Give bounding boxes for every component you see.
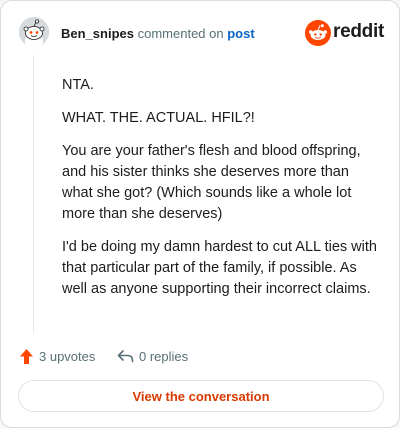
reddit-snoo-logo-icon xyxy=(305,20,331,46)
thread-line xyxy=(33,55,34,333)
comment-paragraph: You are your father's flesh and blood of… xyxy=(62,143,361,222)
comment-paragraph: WHAT. THE. ACTUAL. HFIL?! xyxy=(62,110,255,126)
comment-body: NTA. WHAT. THE. ACTUAL. HFIL?! You are y… xyxy=(62,75,382,312)
reddit-logo[interactable]: reddit xyxy=(305,20,384,46)
reply-count: 0 replies xyxy=(139,348,189,364)
upvote-button[interactable]: 3 upvotes xyxy=(19,345,95,367)
view-conversation-button[interactable]: View the conversation xyxy=(18,380,384,412)
post-link[interactable]: post xyxy=(227,26,254,41)
view-conversation-label: View the conversation xyxy=(132,388,270,404)
reddit-wordmark: reddit xyxy=(333,21,384,42)
reply-arrow-icon xyxy=(117,350,134,363)
upvote-count: 3 upvotes xyxy=(39,348,96,364)
username[interactable]: Ben_snipes xyxy=(61,26,134,41)
comment-meta: Ben_snipes commented on post xyxy=(61,26,255,41)
snoo-avatar-icon xyxy=(19,17,49,47)
comment-card: Ben_snipes commented on post reddit NTA.… xyxy=(0,0,400,428)
comment-paragraph: NTA. xyxy=(62,77,94,93)
comment-actions: 3 upvotes 0 replies xyxy=(19,345,379,367)
user-avatar[interactable] xyxy=(19,17,49,47)
comment-header: Ben_snipes commented on post reddit xyxy=(19,17,384,51)
upvote-arrow-icon xyxy=(20,348,33,364)
comment-paragraph: I'd be doing my damn hardest to cut ALL … xyxy=(62,239,377,297)
reply-button[interactable]: 0 replies xyxy=(117,345,188,367)
action-text: commented on xyxy=(137,26,224,41)
